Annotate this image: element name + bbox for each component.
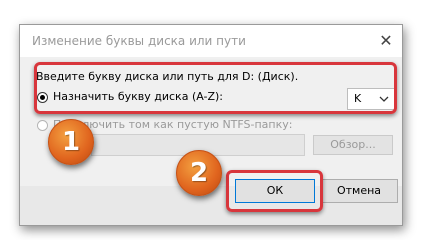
- mount-folder-radio[interactable]: [37, 120, 48, 131]
- close-icon: ✕: [379, 31, 393, 50]
- title-bar: Изменение буквы диска или пути ✕: [20, 25, 402, 57]
- highlight-drive-letter-section: [34, 62, 397, 114]
- highlight-ok-button: [226, 170, 323, 212]
- close-button[interactable]: ✕: [374, 29, 398, 53]
- browse-button[interactable]: Обзор...: [313, 135, 393, 155]
- step-badge-1: 1: [48, 119, 94, 165]
- step-badge-2: 2: [176, 150, 222, 196]
- cancel-button[interactable]: Отмена: [320, 179, 398, 203]
- dialog-title: Изменение буквы диска или пути: [32, 34, 246, 48]
